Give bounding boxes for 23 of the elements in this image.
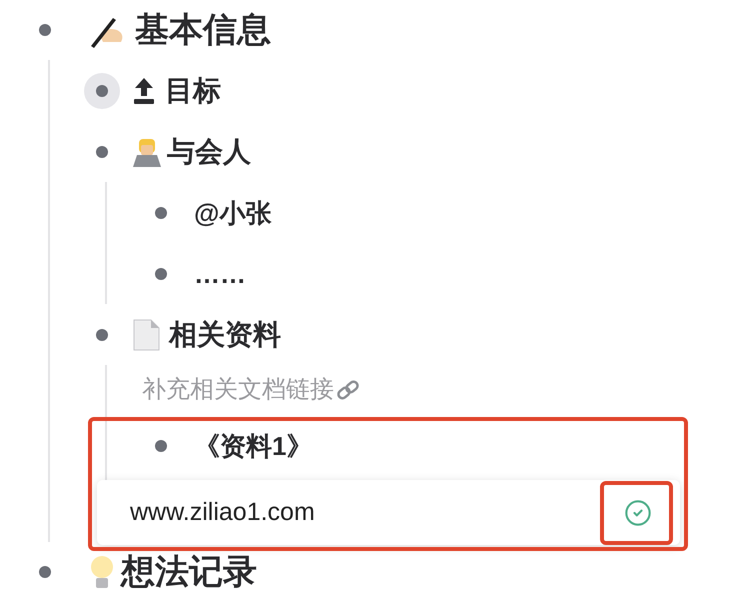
link-icon [336,378,360,402]
confirm-check-icon[interactable] [624,498,652,526]
outline-item-text: 目标 [165,76,221,104]
up-arrow-icon [131,76,157,106]
bullet[interactable] [96,146,108,158]
note-text: 补充相关文档链接 [142,375,334,405]
outline-item-text: 《资料1》 [194,432,312,458]
bullet[interactable] [96,328,108,340]
outline-item-text: 基本信息 [135,13,271,47]
document-icon [131,318,161,352]
bullet-highlight[interactable] [84,72,120,108]
bullet[interactable] [155,206,167,218]
bullet[interactable] [155,440,167,452]
link-url-field[interactable]: www.ziliao1.com [130,494,315,532]
outline-item-text: @小张 [194,200,272,226]
bullet[interactable] [39,24,51,36]
outline-item-text: 与会人 [167,138,251,166]
outline-item-text: …… [194,260,246,286]
outline-item-text: 相关资料 [169,320,281,348]
outline-item-text: 想法记录 [121,555,257,589]
person-laptop-icon [131,136,163,166]
bullet[interactable] [155,268,167,280]
bullet[interactable] [39,566,51,578]
